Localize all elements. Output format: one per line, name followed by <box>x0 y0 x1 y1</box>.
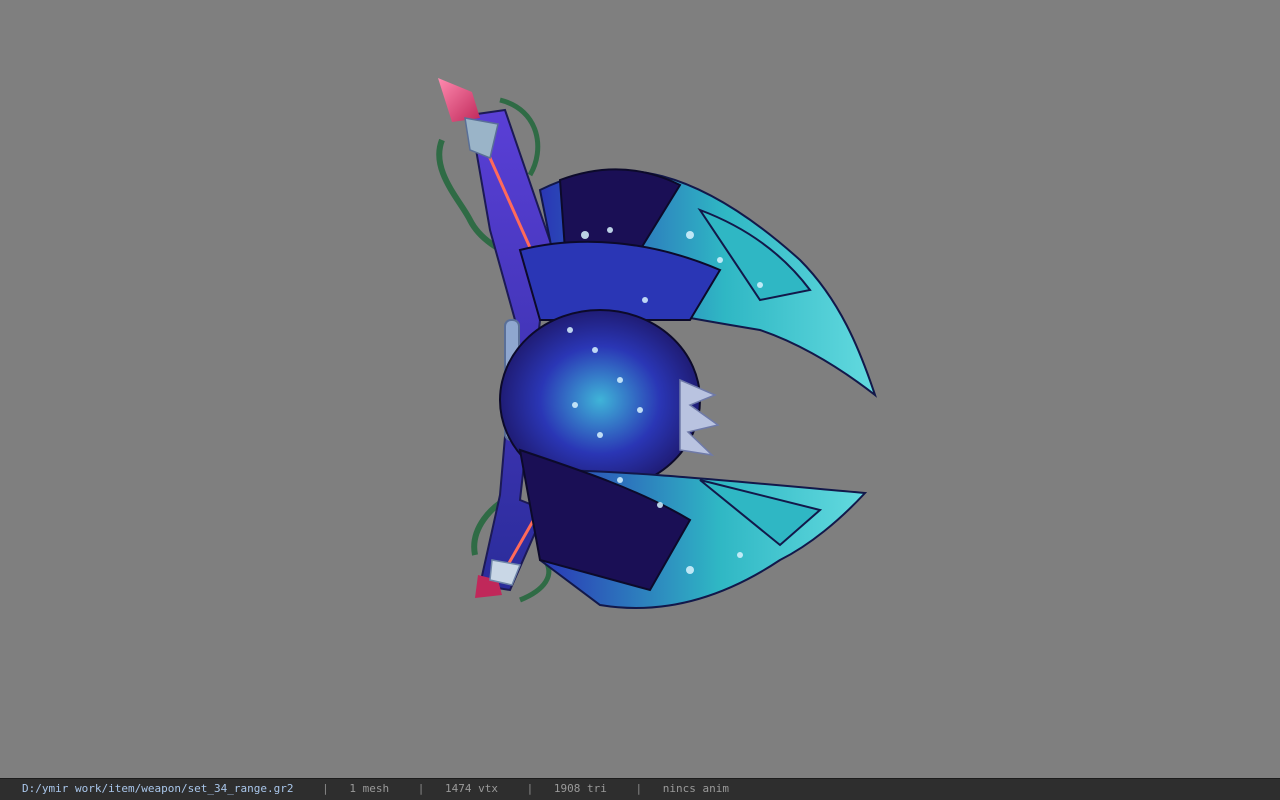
model-viewport[interactable] <box>0 0 1280 778</box>
mesh-count: 1 mesh <box>349 782 390 795</box>
crystal-tip-top <box>438 78 480 122</box>
status-separator: | <box>526 782 534 795</box>
vertex-count: 1474 vtx <box>445 782 499 795</box>
animation-status: nincs anim <box>662 782 729 795</box>
bow-weapon-model <box>436 78 877 609</box>
status-separator: | <box>322 782 329 795</box>
lower-wing <box>518 448 868 609</box>
status-separator: | <box>635 782 643 795</box>
file-path: D:/ymir work/item/weapon/set_34_range.gr… <box>22 782 294 795</box>
triangle-count: 1908 tri <box>553 782 607 795</box>
status-bar: D:/ymir work/item/weapon/set_34_range.gr… <box>0 778 1280 800</box>
crystal-spikes <box>679 378 720 457</box>
status-separator: | <box>417 782 425 795</box>
